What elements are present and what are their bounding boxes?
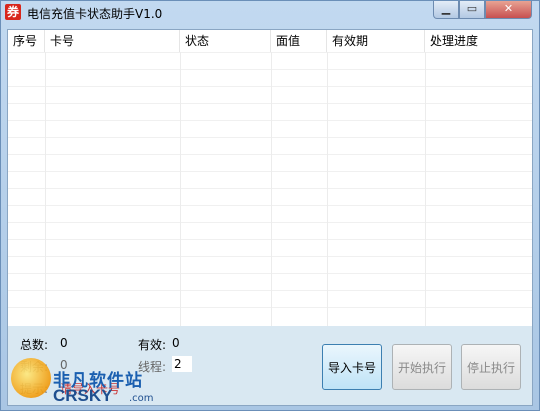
minimize-icon: ▁ [441, 2, 451, 15]
card-list-view[interactable]: 序号 卡号 状态 面值 有效期 处理进度 [8, 30, 532, 327]
grid-row-line [8, 307, 532, 308]
hint-text: 请导入卡号 [60, 382, 121, 396]
hint-label: 提示: [20, 382, 49, 396]
grid-row-line [8, 273, 532, 274]
grid-row-line [8, 222, 532, 223]
start-button[interactable]: 开始执行 [392, 344, 452, 390]
grid-row-line [8, 205, 532, 206]
grid-row-line [8, 86, 532, 87]
grid-row-line [8, 120, 532, 121]
app-icon: 券 [5, 4, 21, 20]
column-header-expiry[interactable]: 有效期 [327, 30, 425, 52]
total-label: 总数: [20, 338, 49, 352]
maximize-button[interactable]: ▭ [459, 1, 485, 19]
valid-value: 0 [172, 336, 180, 350]
grid-row-line [8, 256, 532, 257]
remaining-value: 0 [60, 358, 68, 372]
maximize-icon: ▭ [466, 2, 478, 15]
close-button[interactable]: ✕ [485, 1, 532, 19]
grid-column-line [327, 52, 328, 326]
total-value: 0 [60, 336, 68, 350]
threads-label: 线程: [138, 360, 167, 374]
stop-button[interactable]: 停止执行 [461, 344, 521, 390]
grid-row-line [8, 154, 532, 155]
column-header-progress[interactable]: 处理进度 [425, 30, 532, 52]
grid-row-line [8, 290, 532, 291]
window-title: 电信充值卡状态助手V1.0 [27, 7, 163, 21]
grid-row-line [8, 103, 532, 104]
valid-label: 有效: [138, 338, 167, 352]
column-header-status[interactable]: 状态 [180, 30, 271, 52]
grid-row-line [8, 188, 532, 189]
column-header-card-number[interactable]: 卡号 [45, 30, 180, 52]
grid-row-line [8, 69, 532, 70]
grid-column-line [45, 52, 46, 326]
grid-column-line [271, 52, 272, 326]
grid-row-line [8, 239, 532, 240]
grid-column-line [425, 52, 426, 326]
grid-row-line [8, 52, 532, 53]
import-cards-button[interactable]: 导入卡号 [322, 344, 382, 390]
title-bar[interactable]: 券 电信充值卡状态助手V1.0 ▁ ▭ ✕ [1, 1, 539, 25]
remaining-label: 剩余: [20, 360, 49, 374]
grid-column-line [180, 52, 181, 326]
status-panel: 总数: 0 有效: 0 剩余: 0 线程: 提示: 请导入卡号 导入卡号 开始执… [8, 326, 532, 405]
client-area: 序号 卡号 状态 面值 有效期 处理进度 总数: 0 有效: 0 剩余: 0 线… [7, 29, 533, 406]
column-header-index[interactable]: 序号 [8, 30, 45, 52]
app-window: 券 电信充值卡状态助手V1.0 ▁ ▭ ✕ 序号 卡号 状态 面值 有效期 处理… [0, 0, 540, 411]
list-header: 序号 卡号 状态 面值 有效期 处理进度 [8, 30, 532, 52]
threads-input[interactable] [172, 356, 192, 372]
close-icon: ✕ [503, 2, 514, 15]
column-header-face-value[interactable]: 面值 [271, 30, 327, 52]
grid-row-line [8, 137, 532, 138]
minimize-button[interactable]: ▁ [433, 1, 459, 19]
grid-row-line [8, 171, 532, 172]
